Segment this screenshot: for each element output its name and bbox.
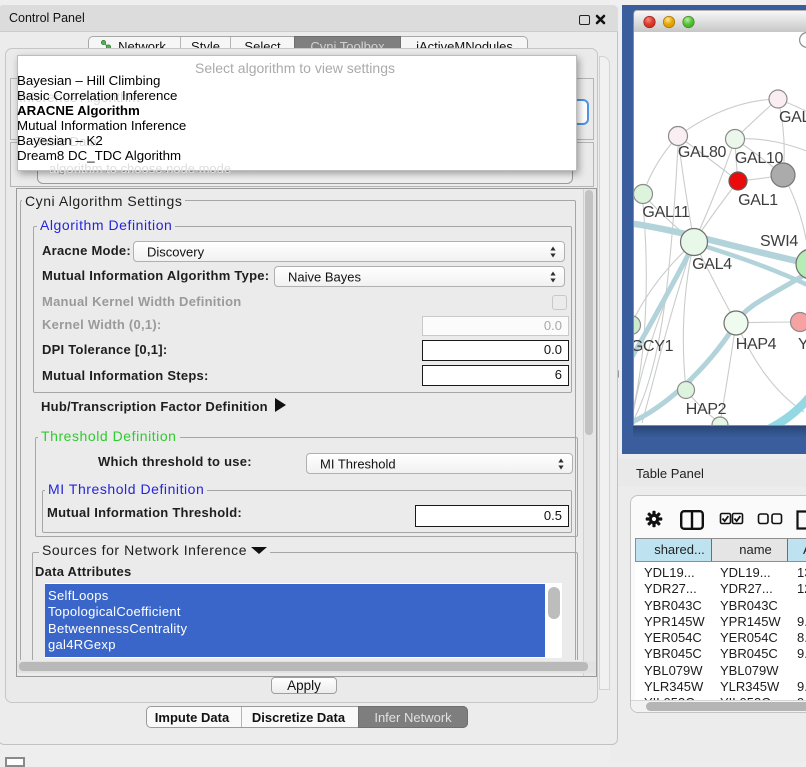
svg-text:GAL10: GAL10	[735, 150, 784, 167]
svg-text:SWI4: SWI4	[760, 233, 798, 250]
svg-text:GAL1: GAL1	[738, 192, 778, 209]
svg-text:HAP4: HAP4	[736, 336, 777, 353]
svg-text:GAL11: GAL11	[642, 204, 690, 221]
svg-text:GAL4: GAL4	[692, 256, 732, 273]
svg-text:GCY1: GCY1	[634, 338, 674, 355]
svg-text:HAP2: HAP2	[686, 401, 727, 418]
svg-text:GAL80: GAL80	[678, 144, 727, 161]
svg-text:GAL7: GAL7	[779, 109, 806, 126]
svg-text:YEL: YEL	[798, 336, 806, 353]
